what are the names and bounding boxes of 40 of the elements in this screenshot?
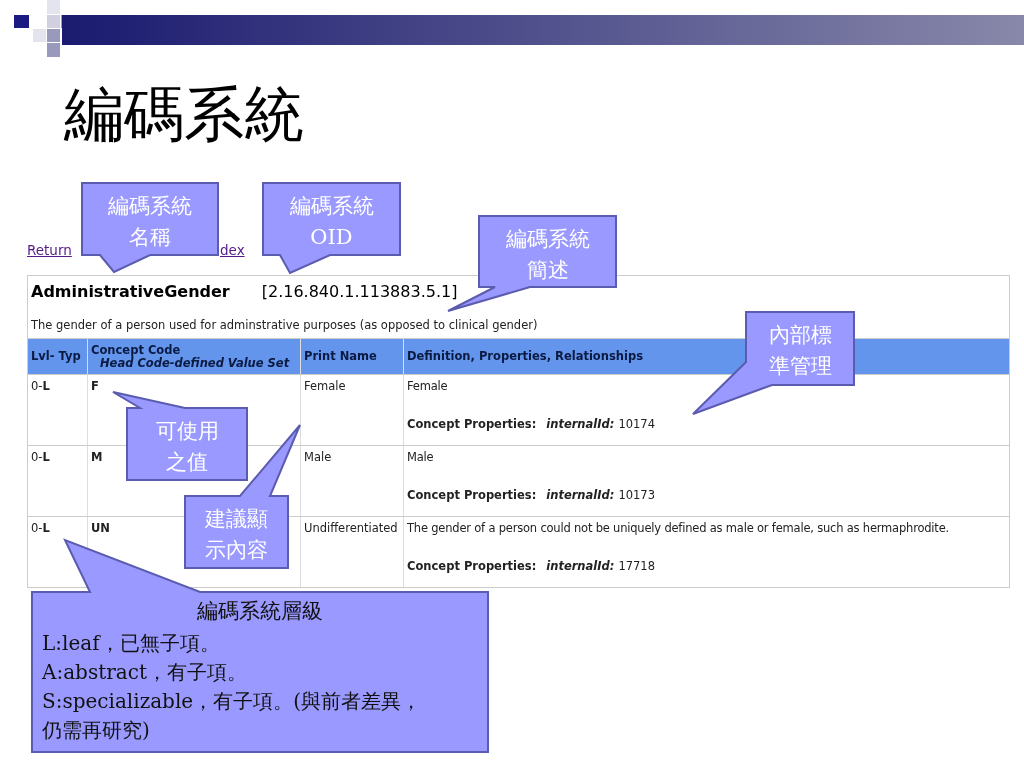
column-header: Print Name bbox=[304, 350, 377, 364]
property-value: 10174 bbox=[618, 417, 655, 432]
print-name-cell: Undifferentiated bbox=[304, 521, 398, 536]
print-name-cell: Female bbox=[304, 379, 346, 394]
column-header: Definition, Properties, Relationships bbox=[407, 350, 643, 364]
column-header: Lvl- Typ bbox=[31, 350, 81, 364]
callout-text: 內部標 準管理 bbox=[768, 322, 832, 380]
property-value: 17718 bbox=[618, 559, 655, 574]
return-link[interactable]: dex bbox=[220, 241, 245, 259]
property-label: Concept Properties: bbox=[407, 417, 537, 432]
callout-text: 建議顯 示內容 bbox=[205, 506, 268, 564]
callout-text: 編碼系統 簡述 bbox=[505, 226, 590, 284]
property-name: internalId: bbox=[546, 559, 615, 574]
property-name: internalId: bbox=[546, 488, 615, 503]
concept-code-cell: UN bbox=[91, 521, 110, 536]
callout-text: 可使用 之值 bbox=[155, 418, 219, 476]
property-label: Concept Properties: bbox=[407, 488, 537, 503]
code-system-name: AdministrativeGender bbox=[31, 281, 230, 303]
code-system-oid: [2.16.840.1.113883.5.1] bbox=[261, 281, 458, 303]
return-link[interactable]: Return bbox=[27, 241, 72, 259]
property-name: internalId: bbox=[546, 417, 615, 432]
definition-text: The gender of a person could not be uniquely defined as male or female, such as hermaphrodite. bbox=[407, 521, 950, 536]
callout-text: 編碼系統 名稱 bbox=[108, 193, 192, 251]
column-subheader: Head Code-defined Value Set bbox=[100, 356, 290, 370]
callout-title: 編碼系統層級 bbox=[197, 598, 323, 625]
column-header: Concept Code bbox=[91, 343, 181, 357]
code-system-description: The gender of a person used for adminstrative purposes (as opposed to clinical gender) bbox=[31, 317, 538, 334]
level-type-cell: 0-L bbox=[31, 521, 50, 536]
property-label: Concept Properties: bbox=[407, 559, 537, 574]
definition-text: Female bbox=[407, 379, 449, 394]
property-value: 10173 bbox=[618, 488, 655, 503]
level-type-cell: 0-L bbox=[31, 379, 50, 394]
print-name-cell: Male bbox=[304, 450, 332, 465]
callout-text: 編碼系統 OID bbox=[289, 193, 374, 251]
concept-code-cell: M bbox=[91, 450, 103, 465]
level-type-cell: 0-L bbox=[31, 450, 50, 465]
concept-code-cell: F bbox=[91, 379, 99, 394]
definition-text: Male bbox=[407, 450, 435, 465]
callout-text: L:leaf，已無子項。 A:abstract，有子項。 S:specializable，有子項。(與前者差異， 仍需再研究) bbox=[42, 630, 421, 744]
slide-title: 編碼系統 bbox=[64, 80, 305, 150]
